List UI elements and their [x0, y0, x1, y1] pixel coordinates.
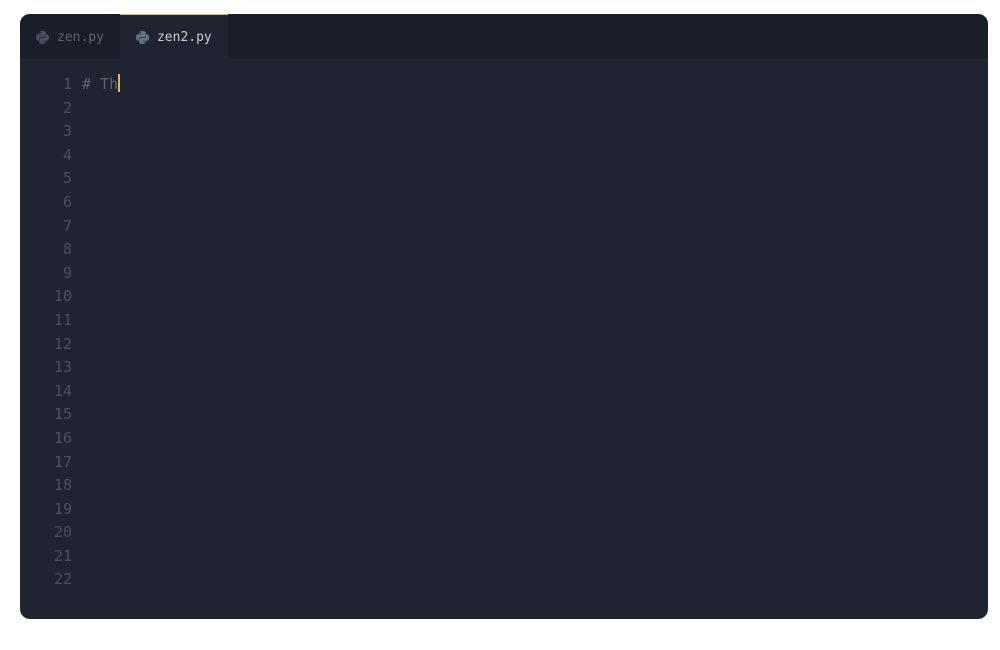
tab-label: zen.py — [57, 30, 104, 45]
tab-zen-py[interactable]: zen.py — [20, 14, 120, 59]
line-number: 1 — [20, 73, 72, 97]
line-number: 17 — [20, 451, 72, 475]
line-number: 3 — [20, 120, 72, 144]
text-cursor — [118, 74, 120, 92]
code-line[interactable] — [82, 568, 988, 592]
code-line[interactable] — [82, 498, 988, 522]
code-line[interactable] — [82, 97, 988, 121]
line-number: 2 — [20, 97, 72, 121]
code-line[interactable] — [82, 333, 988, 357]
tab-zen2-py[interactable]: zen2.py — [120, 14, 228, 59]
code-line[interactable] — [82, 191, 988, 215]
line-number: 13 — [20, 356, 72, 380]
python-icon — [136, 31, 149, 44]
line-number: 9 — [20, 262, 72, 286]
code-text: # Th — [82, 75, 118, 93]
tabbar: zen.py zen2.py — [20, 14, 988, 59]
code-line[interactable]: # Th — [82, 73, 988, 97]
line-number-gutter: 12345678910111213141516171819202122 — [20, 73, 82, 605]
code-line[interactable] — [82, 238, 988, 262]
line-number: 4 — [20, 144, 72, 168]
code-line[interactable] — [82, 427, 988, 451]
editor-body: 12345678910111213141516171819202122 # Th — [20, 59, 988, 619]
editor-window: zen.py zen2.py 1234567891011121314151617… — [20, 14, 988, 619]
code-line[interactable] — [82, 545, 988, 569]
code-line[interactable] — [82, 521, 988, 545]
line-number: 10 — [20, 285, 72, 309]
code-line[interactable] — [82, 120, 988, 144]
code-line[interactable] — [82, 215, 988, 239]
line-number: 14 — [20, 380, 72, 404]
code-line[interactable] — [82, 167, 988, 191]
line-number: 8 — [20, 238, 72, 262]
code-line[interactable] — [82, 144, 988, 168]
line-number: 20 — [20, 521, 72, 545]
line-number: 18 — [20, 474, 72, 498]
code-line[interactable] — [82, 309, 988, 333]
line-number: 16 — [20, 427, 72, 451]
code-line[interactable] — [82, 380, 988, 404]
line-number: 22 — [20, 568, 72, 592]
line-number: 19 — [20, 498, 72, 522]
tab-label: zen2.py — [157, 30, 212, 45]
line-number: 7 — [20, 215, 72, 239]
code-line[interactable] — [82, 262, 988, 286]
code-line[interactable] — [82, 403, 988, 427]
line-number: 5 — [20, 167, 72, 191]
line-number: 6 — [20, 191, 72, 215]
python-icon — [36, 31, 49, 44]
code-line[interactable] — [82, 474, 988, 498]
code-area[interactable]: # Th — [82, 73, 988, 605]
line-number: 11 — [20, 309, 72, 333]
code-line[interactable] — [82, 451, 988, 475]
line-number: 12 — [20, 333, 72, 357]
line-number: 21 — [20, 545, 72, 569]
line-number: 15 — [20, 403, 72, 427]
code-line[interactable] — [82, 285, 988, 309]
code-line[interactable] — [82, 356, 988, 380]
